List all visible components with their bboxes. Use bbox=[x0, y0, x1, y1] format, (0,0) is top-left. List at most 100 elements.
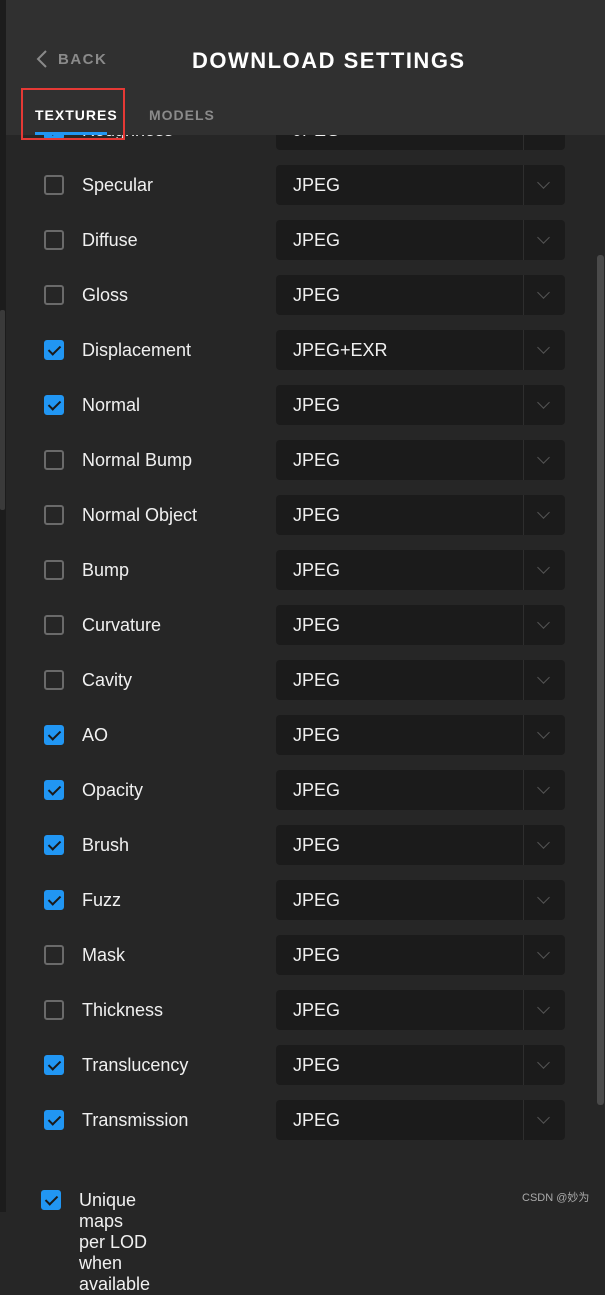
chevron-down-icon bbox=[537, 341, 550, 354]
format-dropdown[interactable]: JPEG bbox=[276, 165, 565, 205]
texture-row: Brush JPEG bbox=[0, 825, 600, 865]
texture-row: Normal Bump JPEG bbox=[0, 440, 600, 480]
texture-row: Gloss JPEG bbox=[0, 275, 600, 315]
format-dropdown[interactable]: JPEG bbox=[276, 605, 565, 645]
texture-label: Bump bbox=[82, 560, 130, 580]
texture-checkbox[interactable] bbox=[44, 835, 64, 855]
chevron-down-icon bbox=[537, 561, 550, 574]
format-dropdown[interactable]: JPEG bbox=[276, 935, 565, 975]
texture-label: Fuzz bbox=[82, 890, 122, 910]
texture-checkbox[interactable] bbox=[44, 890, 64, 910]
dropdown-divider bbox=[523, 935, 524, 975]
format-dropdown[interactable]: JPEG bbox=[276, 880, 565, 920]
chevron-down-icon bbox=[537, 671, 550, 684]
format-dropdown[interactable]: JPEG bbox=[276, 990, 565, 1030]
dropdown-divider bbox=[523, 770, 524, 810]
texture-checkbox[interactable] bbox=[44, 945, 64, 965]
format-dropdown[interactable]: JPEG bbox=[276, 715, 565, 755]
page-title: DOWNLOAD SETTINGS bbox=[192, 48, 466, 73]
chevron-down-icon bbox=[537, 616, 550, 629]
format-value: JPEG bbox=[293, 670, 341, 690]
texture-checkbox[interactable] bbox=[44, 175, 64, 195]
texture-row: Transmission JPEG bbox=[0, 1100, 600, 1140]
dropdown-divider bbox=[523, 880, 524, 920]
texture-row: Fuzz JPEG bbox=[0, 880, 600, 920]
texture-label: Curvature bbox=[82, 615, 162, 635]
texture-row: Curvature JPEG bbox=[0, 605, 600, 645]
format-dropdown[interactable]: JPEG bbox=[276, 275, 565, 315]
chevron-down-icon bbox=[537, 726, 550, 739]
back-button[interactable]: BACK bbox=[36, 50, 107, 68]
texture-label: Opacity bbox=[82, 780, 144, 800]
chevron-left-icon bbox=[36, 50, 47, 68]
texture-label: Displacement bbox=[82, 340, 192, 360]
texture-row: Normal Object JPEG bbox=[0, 495, 600, 535]
format-dropdown[interactable]: JPEG bbox=[276, 495, 565, 535]
texture-checkbox[interactable] bbox=[44, 230, 64, 250]
texture-checkbox[interactable] bbox=[44, 780, 64, 800]
chevron-down-icon bbox=[537, 1056, 550, 1069]
dropdown-divider bbox=[523, 220, 524, 260]
format-value: JPEG bbox=[293, 395, 341, 415]
format-dropdown[interactable]: JPEG bbox=[276, 825, 565, 865]
texture-label: Brush bbox=[82, 835, 130, 855]
scrollbar[interactable] bbox=[597, 255, 604, 1105]
format-dropdown[interactable]: JPEG bbox=[276, 440, 565, 480]
format-value: JPEG bbox=[293, 450, 341, 470]
format-value: JPEG bbox=[293, 725, 341, 745]
format-dropdown[interactable]: JPEG+EXR bbox=[276, 330, 565, 370]
watermark: CSDN @妙为 bbox=[522, 1192, 590, 1204]
format-value: JPEG+EXR bbox=[293, 340, 388, 360]
format-value: JPEG bbox=[293, 890, 341, 910]
texture-row: Diffuse JPEG bbox=[0, 220, 600, 260]
texture-checkbox[interactable] bbox=[44, 670, 64, 690]
dropdown-divider bbox=[523, 275, 524, 315]
texture-checkbox[interactable] bbox=[44, 615, 64, 635]
format-dropdown[interactable]: JPEG bbox=[276, 660, 565, 700]
texture-checkbox[interactable] bbox=[44, 725, 64, 745]
format-value: JPEG bbox=[293, 285, 341, 305]
format-dropdown[interactable]: JPEG bbox=[276, 220, 565, 260]
texture-checkbox[interactable] bbox=[44, 1055, 64, 1075]
lod-checkbox[interactable] bbox=[41, 1190, 61, 1210]
texture-checkbox[interactable] bbox=[44, 1000, 64, 1020]
texture-checkbox[interactable] bbox=[44, 505, 64, 525]
dropdown-divider bbox=[523, 1045, 524, 1085]
texture-checkbox[interactable] bbox=[44, 340, 64, 360]
dropdown-divider bbox=[523, 660, 524, 700]
chevron-down-icon bbox=[537, 231, 550, 244]
dropdown-divider bbox=[523, 825, 524, 865]
texture-row: Translucency JPEG bbox=[0, 1045, 600, 1085]
texture-checkbox[interactable] bbox=[44, 395, 64, 415]
texture-row: Displacement JPEG+EXR bbox=[0, 330, 600, 370]
format-value: JPEG bbox=[293, 945, 341, 965]
chevron-down-icon bbox=[537, 946, 550, 959]
dropdown-divider bbox=[523, 165, 524, 205]
texture-label: Normal bbox=[82, 395, 141, 415]
texture-row: Opacity JPEG bbox=[0, 770, 600, 810]
dropdown-divider bbox=[523, 1100, 524, 1140]
format-value: JPEG bbox=[293, 780, 341, 800]
format-dropdown[interactable]: JPEG bbox=[276, 550, 565, 590]
chevron-down-icon bbox=[537, 396, 550, 409]
format-dropdown[interactable]: JPEG bbox=[276, 1100, 565, 1140]
texture-label: Thickness bbox=[82, 1000, 164, 1020]
texture-label: Diffuse bbox=[82, 230, 138, 250]
tab-models[interactable]: MODELS bbox=[149, 107, 215, 123]
texture-row: Bump JPEG bbox=[0, 550, 600, 590]
texture-checkbox[interactable] bbox=[44, 285, 64, 305]
format-dropdown[interactable]: JPEG bbox=[276, 1045, 565, 1085]
texture-checkbox[interactable] bbox=[44, 1110, 64, 1130]
format-dropdown[interactable]: JPEG bbox=[276, 770, 565, 810]
texture-checkbox[interactable] bbox=[44, 450, 64, 470]
chevron-down-icon bbox=[537, 176, 550, 189]
chevron-down-icon bbox=[537, 836, 550, 849]
texture-label: Normal Bump bbox=[82, 450, 193, 470]
dropdown-divider bbox=[523, 495, 524, 535]
dropdown-divider bbox=[523, 990, 524, 1030]
texture-checkbox[interactable] bbox=[44, 560, 64, 580]
format-dropdown[interactable]: JPEG bbox=[276, 385, 565, 425]
lod-label: Unique maps per LOD when available bbox=[79, 1190, 151, 1294]
chevron-down-icon bbox=[537, 891, 550, 904]
chevron-down-icon bbox=[537, 506, 550, 519]
